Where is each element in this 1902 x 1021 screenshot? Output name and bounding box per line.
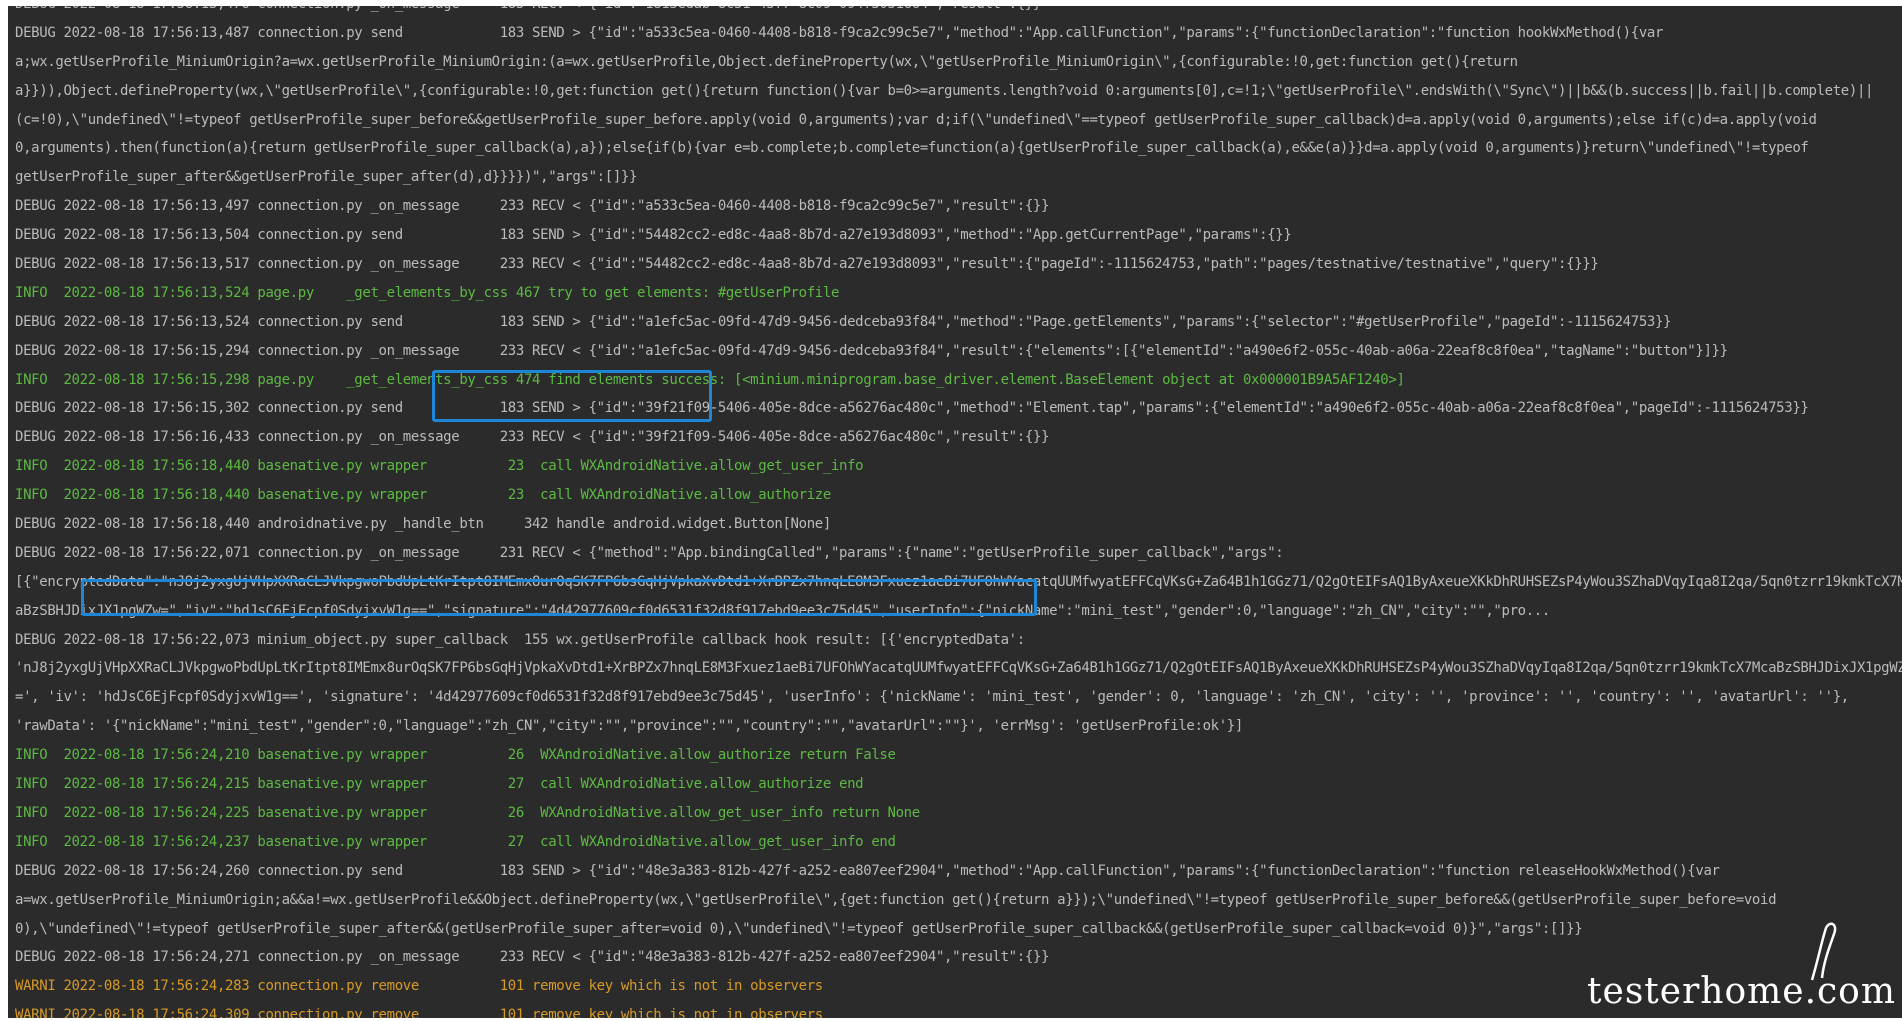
log-line: INFO 2022-08-18 17:56:18,440 basenative.… — [15, 458, 864, 475]
log-line: INFO 2022-08-18 17:56:15,298 page.py _ge… — [15, 371, 1405, 388]
log-line: a}})),Object.defineProperty(wx,\"getUser… — [15, 82, 1874, 99]
log-line: DEBUG 2022-08-18 17:56:24,271 connection… — [15, 949, 1050, 966]
log-line: DEBUG 2022-08-18 17:56:22,071 connection… — [15, 544, 1284, 561]
log-line: DEBUG 2022-08-18 17:56:22,073 minium_obj… — [15, 631, 1025, 648]
log-line: 0),\"undefined\"!=typeof getUserProfile_… — [15, 920, 1583, 937]
log-line: DEBUG 2022-08-18 17:56:13,487 connection… — [15, 24, 1664, 41]
log-line: (c=!0),\"undefined\"!=typeof getUserProf… — [15, 111, 1817, 128]
log-line: DEBUG 2022-08-18 17:56:13,504 connection… — [15, 227, 1292, 244]
log-line: DEBUG 2022-08-18 17:56:24,260 connection… — [15, 862, 1720, 879]
log-line: getUserProfile_super_after&&getUserProfi… — [15, 169, 638, 186]
log-line: DEBUG 2022-08-18 17:56:15,302 connection… — [15, 400, 1809, 417]
log-line: INFO 2022-08-18 17:56:18,440 basenative.… — [15, 487, 831, 504]
log-line: INFO 2022-08-18 17:56:24,237 basenative.… — [15, 833, 896, 850]
log-line: DEBUG 2022-08-18 17:56:13,476 connection… — [15, 6, 1902, 19]
log-line: =', 'iv': 'hdJsC6EjFcpf0SdyjxvW1g==', 's… — [15, 689, 1849, 706]
log-line: DEBUG 2022-08-18 17:56:15,294 connection… — [15, 342, 1728, 359]
log-line: DEBUG 2022-08-18 17:56:13,517 connection… — [15, 256, 1599, 273]
log-line: DEBUG 2022-08-18 17:56:16,433 connection… — [15, 429, 1050, 446]
log-line: aBzSBHJDixJX1pgWZw=","iv":"hdJsC6EjFcpf0… — [15, 602, 1550, 619]
log-console[interactable]: DEBUG 2022-08-18 17:56:13,476 connection… — [8, 6, 1902, 1018]
log-line: INFO 2022-08-18 17:56:13,524 page.py _ge… — [15, 284, 840, 301]
log-line: 0,arguments).then(function(a){return get… — [15, 140, 1809, 157]
log-line: DEBUG 2022-08-18 17:56:18,440 androidnat… — [15, 516, 831, 533]
log-line: INFO 2022-08-18 17:56:24,225 basenative.… — [15, 804, 920, 821]
log-line: INFO 2022-08-18 17:56:24,210 basenative.… — [15, 747, 896, 764]
watermark: testerhome.com — [1587, 971, 1896, 1012]
log-line: DEBUG 2022-08-18 17:56:13,524 connection… — [15, 313, 1672, 330]
log-line: a;wx.getUserProfile_MiniumOrigin?a=wx.ge… — [15, 53, 1518, 70]
log-line: 'nJ8j2yxgUjVHpXXRaCLJVkpgwoPbdUpLtKrItpt… — [15, 660, 1902, 677]
log-line: [{"encryptedData":"nJ8j2yxgUjVHpXXRaCLJV… — [15, 573, 1902, 590]
log-line: DEBUG 2022-08-18 17:56:13,497 connection… — [15, 198, 1050, 215]
log-line: 'rawData': '{"nickName":"mini_test","gen… — [15, 718, 1243, 735]
log-line: INFO 2022-08-18 17:56:24,215 basenative.… — [15, 776, 864, 793]
log-lines: DEBUG 2022-08-18 17:56:13,476 connection… — [15, 6, 1902, 1018]
log-line: a=wx.getUserProfile_MiniumOrigin;a&&a!=w… — [15, 891, 1777, 908]
